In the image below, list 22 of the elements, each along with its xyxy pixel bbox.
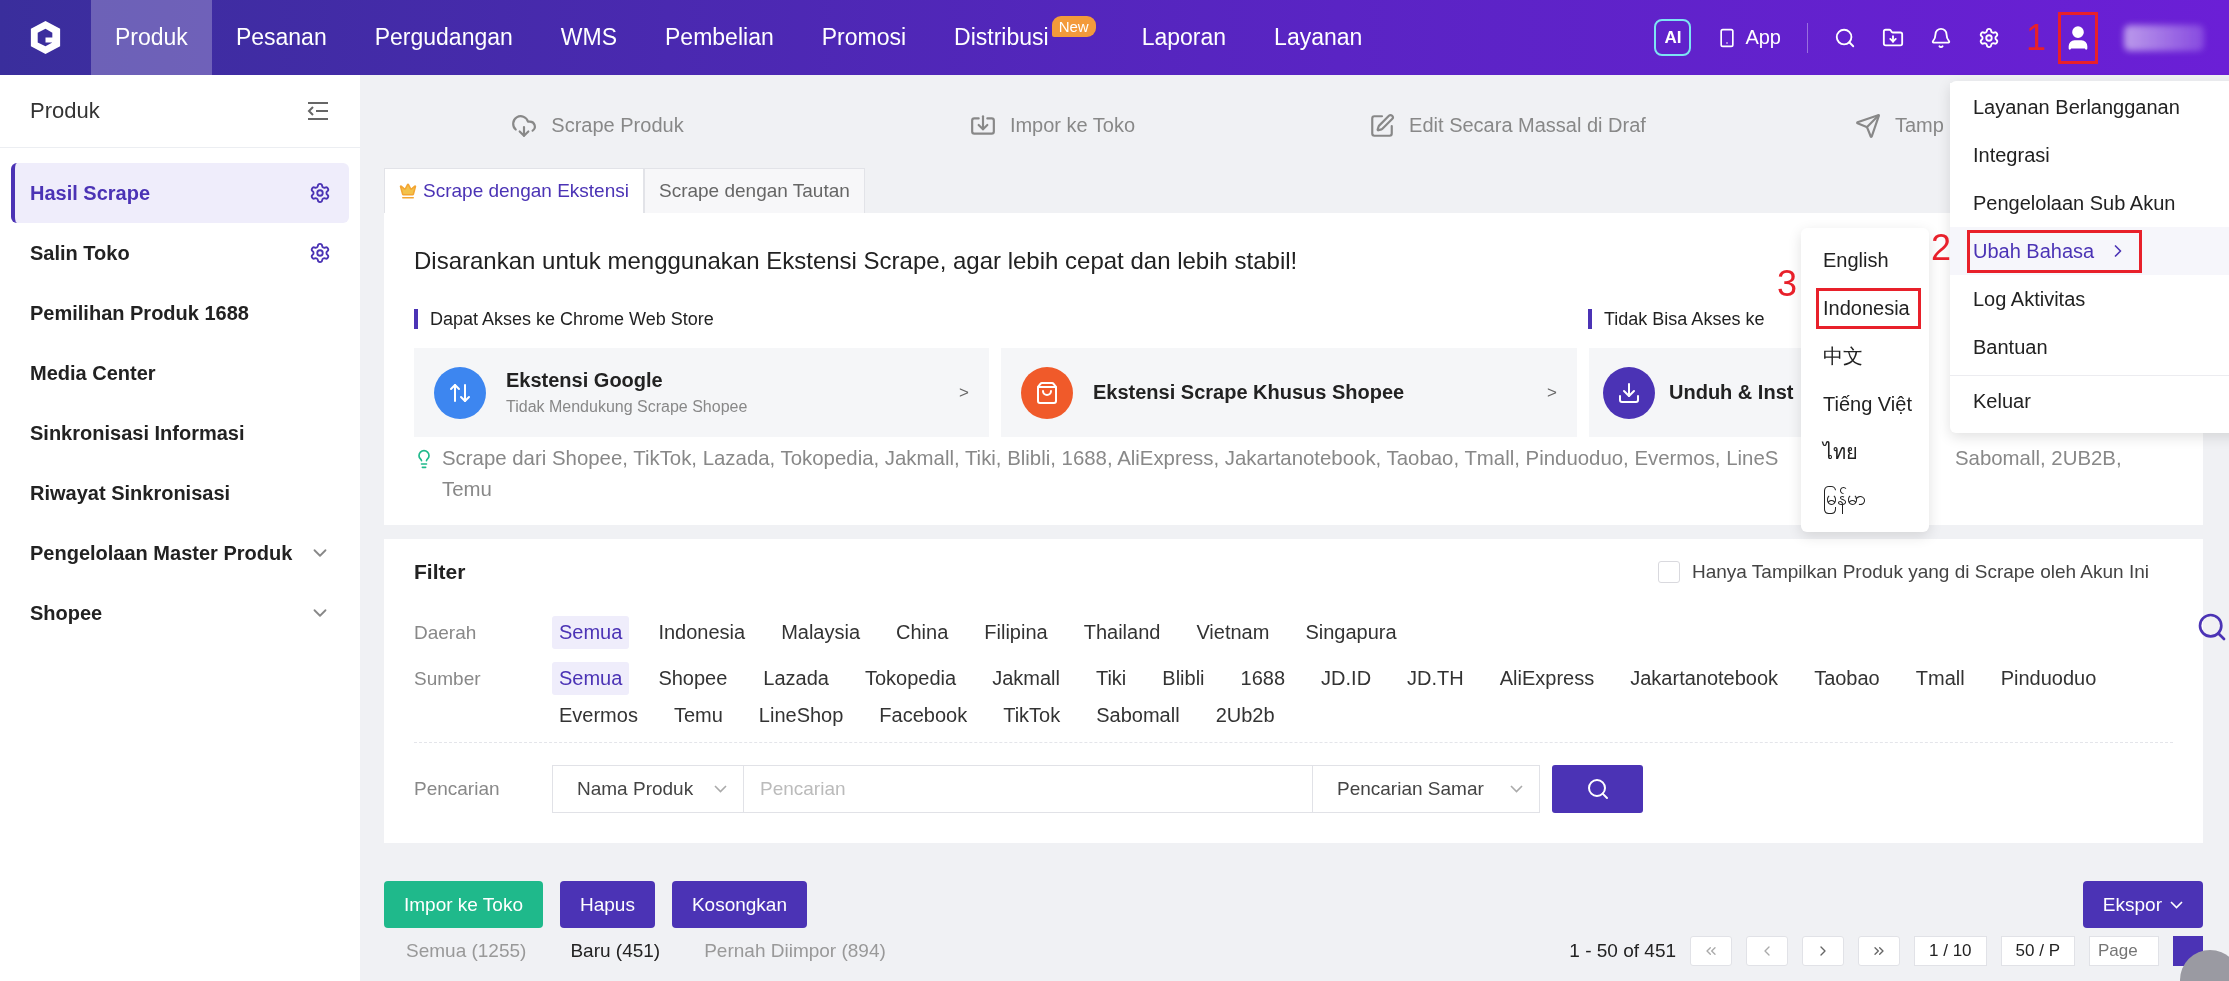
hint-text: Scrape dari Shopee, TikTok, Lazada, Tokopedia, Jakmall, Tiki, Blibli, 1688, AliExpress, Jakartanotebook, Taobao, Tmall, Pinduoduo, Evermos, LineS xyxy=(442,447,1779,469)
filter-title: Filter xyxy=(414,560,466,584)
hint-text: Sabomall, 2UB2B, xyxy=(1955,446,2122,471)
annotation-number: 2 xyxy=(1931,230,1952,266)
new-badge: New xyxy=(1051,16,1096,37)
extension-title: Ekstensi Scrape Khusus Shopee xyxy=(1093,381,1405,404)
annotation-number: 1 xyxy=(2025,19,2046,56)
extension-title: Unduh & Inst xyxy=(1669,381,1794,404)
sidebar-title: Produk xyxy=(30,98,100,124)
arrow: > xyxy=(959,382,969,403)
filter-label: Pencarian xyxy=(414,778,501,800)
headline: Disarankan untuk menggunakan Ekstensi Scrape, agar lebih cepat dan lebih stabil! xyxy=(414,246,1298,276)
page-range: 1 - 50 of 451 xyxy=(1569,940,1677,962)
checkbox-label: Hanya Tampilkan Produk yang di Scrape oleh Akun Ini xyxy=(1692,561,2149,583)
hint-text: Temu xyxy=(442,477,492,502)
extension-subtitle: Tidak Mendukung Scrape Shopee xyxy=(506,398,748,416)
filter-label: Sumber xyxy=(414,667,482,691)
filter-label: Daerah xyxy=(414,621,478,645)
annotation-number: 3 xyxy=(1777,266,1798,302)
extension-title: Ekstensi Google xyxy=(506,369,663,392)
arrow: > xyxy=(1547,382,1557,403)
section-title: Dapat Akses ke Chrome Web Store xyxy=(414,309,1588,329)
